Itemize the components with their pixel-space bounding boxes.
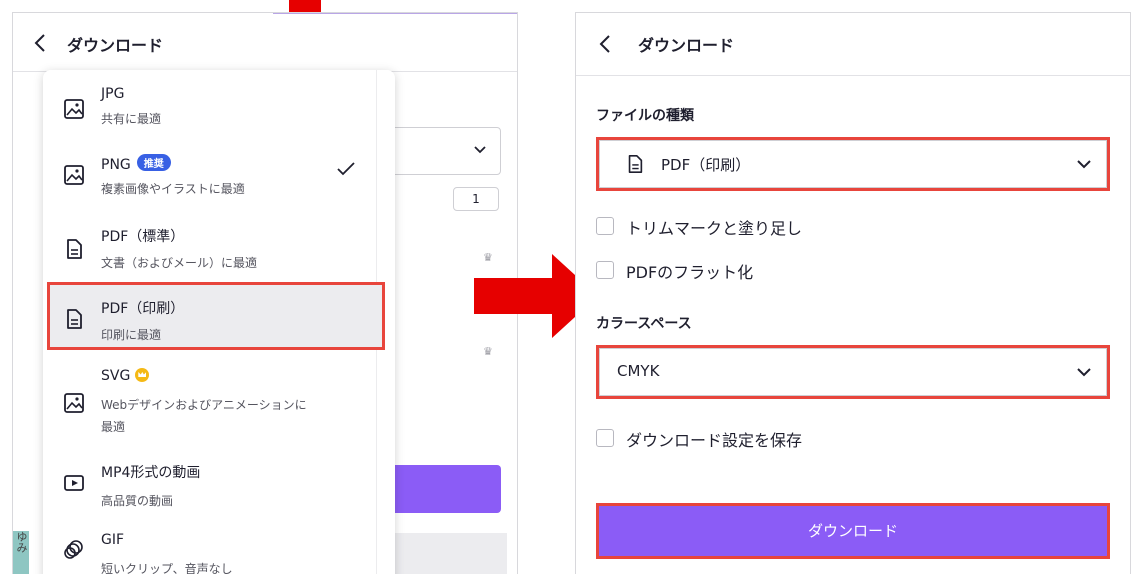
back-icon[interactable]: [598, 34, 612, 54]
menu-item-description: 高品質の動画: [101, 494, 174, 508]
menu-item-description: 文書（およびメール）に最適: [101, 256, 258, 270]
menu-item-description: 短いクリップ、音声なし: [101, 562, 233, 574]
quantity-field[interactable]: 1: [453, 187, 499, 211]
chevron-down-icon: [1077, 368, 1091, 377]
right-panel-header: ダウンロード: [576, 13, 1130, 76]
menu-item-mp4[interactable]: MP4形式の動画 高品質の動画: [43, 450, 377, 516]
flatten-pdf-label: PDFのフラット化: [626, 263, 754, 282]
flatten-pdf-checkbox[interactable]: [596, 261, 614, 279]
premium-crown-icon: [135, 368, 150, 382]
color-space-value: CMYK: [617, 362, 660, 380]
document-icon: [67, 239, 82, 259]
color-space-select[interactable]: CMYK: [596, 345, 1110, 399]
image-icon: [64, 393, 84, 413]
document-icon: [67, 309, 82, 329]
check-icon: [337, 162, 355, 176]
back-icon[interactable]: [33, 33, 47, 53]
chevron-down-icon: [1077, 160, 1091, 169]
right-panel-title: ダウンロード: [638, 36, 735, 55]
file-type-select-behind[interactable]: [379, 127, 501, 175]
menu-item-pdf-print[interactable]: PDF（印刷） 印刷に最適: [43, 282, 377, 350]
save-settings-checkbox[interactable]: [596, 429, 614, 447]
menu-item-label: PDF（印刷）: [101, 301, 185, 317]
crown-icon: ♛: [483, 345, 493, 358]
image-icon: [64, 99, 84, 119]
gif-icon: [64, 540, 83, 559]
menu-item-description: 複素画像やイラストに最適: [101, 182, 245, 196]
file-type-menu: JPG 共有に最適 PNG推奨 複素画像やイラストに最適 PDF（標準） 文書: [43, 70, 395, 574]
left-panel-title: ダウンロード: [67, 36, 164, 55]
menu-item-description-line2: 最適: [101, 420, 126, 434]
menu-item-description: Webデザインおよびアニメーションに: [101, 398, 307, 412]
recommended-badge: 推奨: [136, 154, 171, 171]
menu-item-label: PDF（標準）: [101, 229, 185, 245]
file-type-value: PDF（印刷）: [661, 156, 751, 174]
color-space-label: カラースペース: [596, 316, 692, 332]
menu-item-gif[interactable]: GIF 短いクリップ、音声なし: [43, 520, 377, 574]
select-inner-border: [599, 348, 1107, 396]
menu-item-label: SVG: [101, 368, 150, 384]
image-icon: [64, 165, 84, 185]
menu-item-png[interactable]: PNG 推奨 複素画像やイラストに最適: [43, 140, 377, 210]
menu-item-pdf-standard[interactable]: PDF（標準） 文書（およびメール）に最適: [43, 210, 377, 280]
chevron-down-icon: [474, 146, 486, 154]
video-icon: [64, 475, 84, 491]
right-download-panel: ダウンロード ファイルの種類 PDF（印刷） トリムマークと塗り足し PDFのフ…: [575, 12, 1131, 574]
thumbnail-snippet: ゆみ: [13, 531, 29, 574]
left-download-panel: ダウンロード 1 ♛ ♛ ゆみ JPG 共有に最適 PNG 推奨 複素画像やイラ…: [12, 12, 518, 574]
trim-marks-checkbox[interactable]: [596, 217, 614, 235]
menu-item-label: PNG 推奨: [101, 154, 171, 173]
preview-area: [381, 533, 507, 574]
file-type-select[interactable]: PDF（印刷）: [596, 137, 1110, 191]
download-button[interactable]: ダウンロード: [596, 503, 1110, 559]
left-panel-header: ダウンロード: [13, 13, 517, 72]
menu-item-label: JPG: [101, 86, 125, 102]
download-button-behind[interactable]: [379, 465, 501, 513]
file-type-label: ファイルの種類: [596, 108, 694, 124]
menu-item-description: 印刷に最適: [101, 328, 162, 342]
save-settings-label: ダウンロード設定を保存: [626, 431, 803, 450]
trim-marks-label: トリムマークと塗り足し: [626, 219, 803, 238]
menu-item-jpg[interactable]: JPG 共有に最適: [43, 70, 377, 130]
document-icon: [628, 155, 643, 173]
menu-item-svg[interactable]: SVG Webデザインおよびアニメーションに 最適: [43, 356, 377, 446]
menu-item-label: MP4形式の動画: [101, 465, 201, 481]
menu-item-label: GIF: [101, 532, 125, 548]
menu-item-description: 共有に最適: [101, 112, 162, 126]
